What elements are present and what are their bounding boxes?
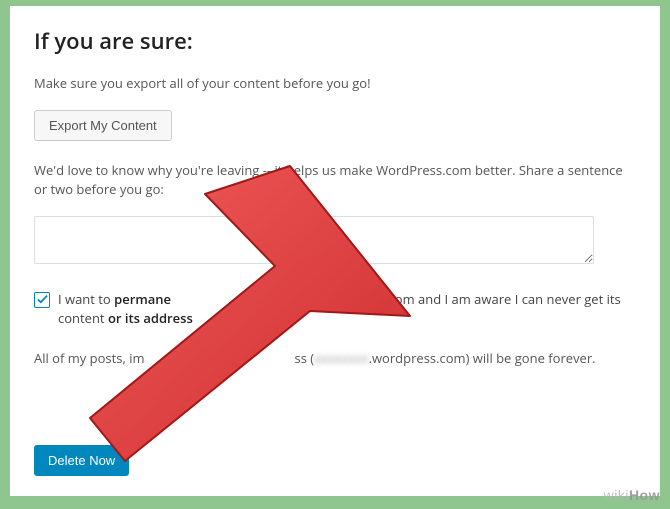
confirm-delete-row: I want to permane wordpress.com and I am… xyxy=(34,290,636,329)
confirm-delete-checkbox[interactable] xyxy=(34,292,50,308)
wikihow-watermark: wikiHow xyxy=(604,487,660,503)
export-reminder: Make sure you export all of your content… xyxy=(34,74,636,94)
feedback-textarea[interactable] xyxy=(34,216,594,264)
delete-now-button[interactable]: Delete Now xyxy=(34,445,129,476)
export-content-button[interactable]: Export My Content xyxy=(34,110,172,141)
delete-site-panel: If you are sure: Make sure you export al… xyxy=(10,6,660,496)
check-icon xyxy=(37,294,48,305)
confirm-delete-label: I want to permane wordpress.com and I am… xyxy=(58,290,636,329)
page-title: If you are sure: xyxy=(34,26,636,56)
consequence-text: All of my posts, im ss (xxxxxxxx.wordpre… xyxy=(34,349,636,369)
feedback-prompt: We'd love to know why you're leaving -- … xyxy=(34,161,636,200)
